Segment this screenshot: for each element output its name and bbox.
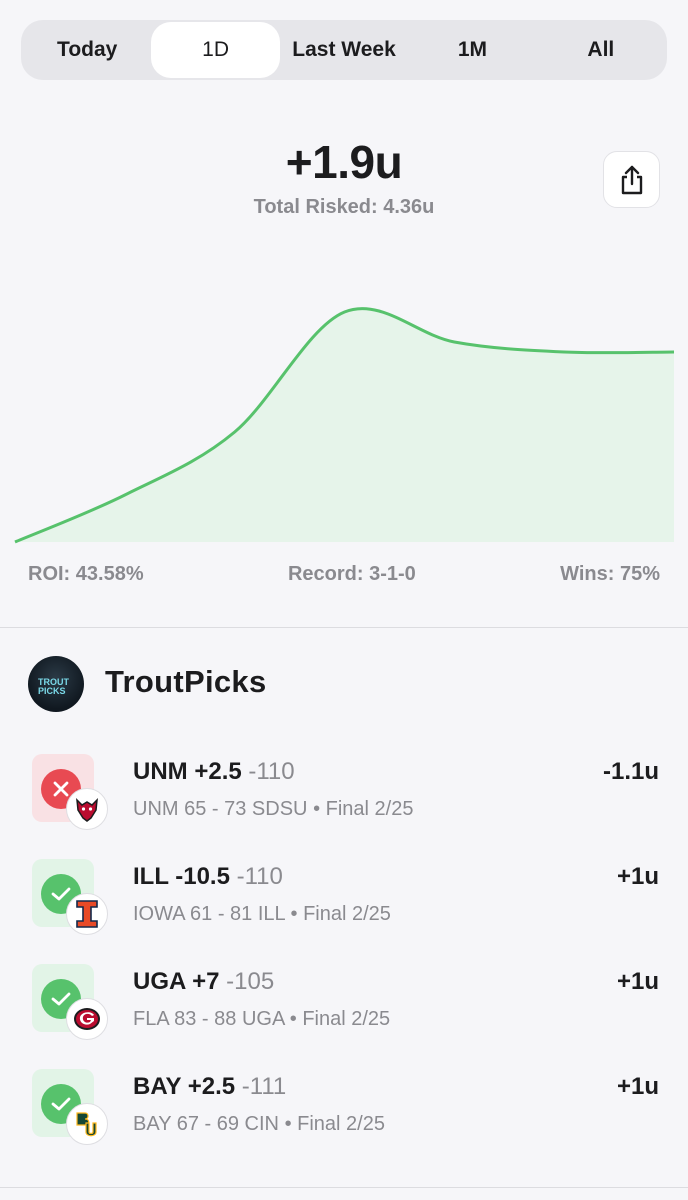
- wins-stat: Wins: 75%: [560, 562, 660, 585]
- pick-title: UGA +7 -105: [133, 968, 274, 996]
- total-risked: Total Risked: 4.36u: [253, 196, 435, 218]
- game-score: IOWA 61 - 81 ILL: [133, 903, 285, 925]
- stats-row: ROI: 43.58% Record: 3-1-0 Wins: 75%: [28, 560, 660, 588]
- pick-row[interactable]: UNM +2.5 -110 UNM 65 - 73 SDSU • Final 2…: [0, 754, 688, 854]
- profit-area-chart: [14, 307, 675, 544]
- pick-units: -1.1u: [602, 758, 659, 785]
- section-divider: [0, 1187, 688, 1188]
- chart-area-fill: [15, 308, 674, 542]
- pick-odds: -110: [248, 758, 295, 785]
- pick-row[interactable]: BAY +2.5 -111 BAY 67 - 69 CIN • Final 2/…: [0, 1069, 688, 1169]
- game-status: Final 2/25: [325, 798, 414, 820]
- game-score: BAY 67 - 69 CIN: [133, 1113, 279, 1135]
- pick-odds: -105: [226, 968, 275, 995]
- pick-line: BAY +2.5: [133, 1073, 236, 1100]
- pick-odds: -110: [236, 863, 283, 890]
- georgia-g-icon: [66, 998, 108, 1040]
- bullet-separator: •: [290, 903, 304, 925]
- pick-odds: -111: [241, 1073, 287, 1100]
- tab-1d[interactable]: 1D: [151, 22, 280, 78]
- tab-last-week[interactable]: Last Week: [280, 22, 408, 78]
- roi-stat: ROI: 43.58%: [28, 562, 144, 585]
- bullet-separator: •: [289, 1008, 303, 1030]
- profile-name[interactable]: TroutPicks: [105, 664, 267, 700]
- pick-units: +1u: [616, 968, 659, 995]
- pick-subtitle: FLA 83 - 88 UGA • Final 2/25: [133, 1008, 390, 1031]
- total-profit: +1.9u: [285, 136, 403, 188]
- pick-title: UNM +2.5 -110: [133, 758, 295, 786]
- pick-subtitle: IOWA 61 - 81 ILL • Final 2/25: [133, 903, 391, 926]
- game-status: Final 2/25: [302, 1008, 391, 1030]
- tab-all[interactable]: All: [537, 22, 665, 78]
- pick-title: ILL -10.5 -110: [133, 863, 283, 891]
- pick-subtitle: UNM 65 - 73 SDSU • Final 2/25: [133, 798, 413, 821]
- lobo-icon: [66, 788, 108, 830]
- pick-units: +1u: [616, 1073, 659, 1100]
- game-status: Final 2/25: [303, 903, 391, 925]
- pick-title: BAY +2.5 -111: [133, 1073, 286, 1101]
- avatar[interactable]: TROUT PICKS: [28, 656, 84, 712]
- record-stat: Record: 3-1-0: [287, 562, 416, 585]
- share-icon: [621, 165, 642, 194]
- bullet-separator: •: [313, 798, 326, 820]
- pick-line: ILL -10.5: [133, 863, 230, 890]
- illinois-i-icon: [66, 893, 108, 935]
- pick-row[interactable]: UGA +7 -105 FLA 83 - 88 UGA • Final 2/25…: [0, 964, 688, 1064]
- pick-line: UNM +2.5: [133, 758, 242, 785]
- section-divider: [0, 627, 688, 628]
- share-button[interactable]: [603, 151, 660, 208]
- tab-1m[interactable]: 1M: [408, 22, 536, 78]
- avatar-logo-text: TROUT PICKS: [38, 677, 69, 696]
- game-status: Final 2/25: [297, 1113, 385, 1135]
- pick-subtitle: BAY 67 - 69 CIN • Final 2/25: [133, 1113, 385, 1136]
- pick-line: UGA +7: [133, 968, 220, 995]
- tab-today[interactable]: Today: [23, 22, 151, 78]
- bullet-separator: •: [284, 1113, 298, 1135]
- pick-row[interactable]: ILL -10.5 -110 IOWA 61 - 81 ILL • Final …: [0, 859, 688, 959]
- game-score: UNM 65 - 73 SDSU: [133, 798, 308, 820]
- game-score: FLA 83 - 88 UGA: [133, 1008, 285, 1030]
- baylor-bu-icon: [66, 1103, 108, 1145]
- timeframe-segmented-control: Today 1D Last Week 1M All: [21, 20, 667, 80]
- pick-units: +1u: [616, 863, 659, 890]
